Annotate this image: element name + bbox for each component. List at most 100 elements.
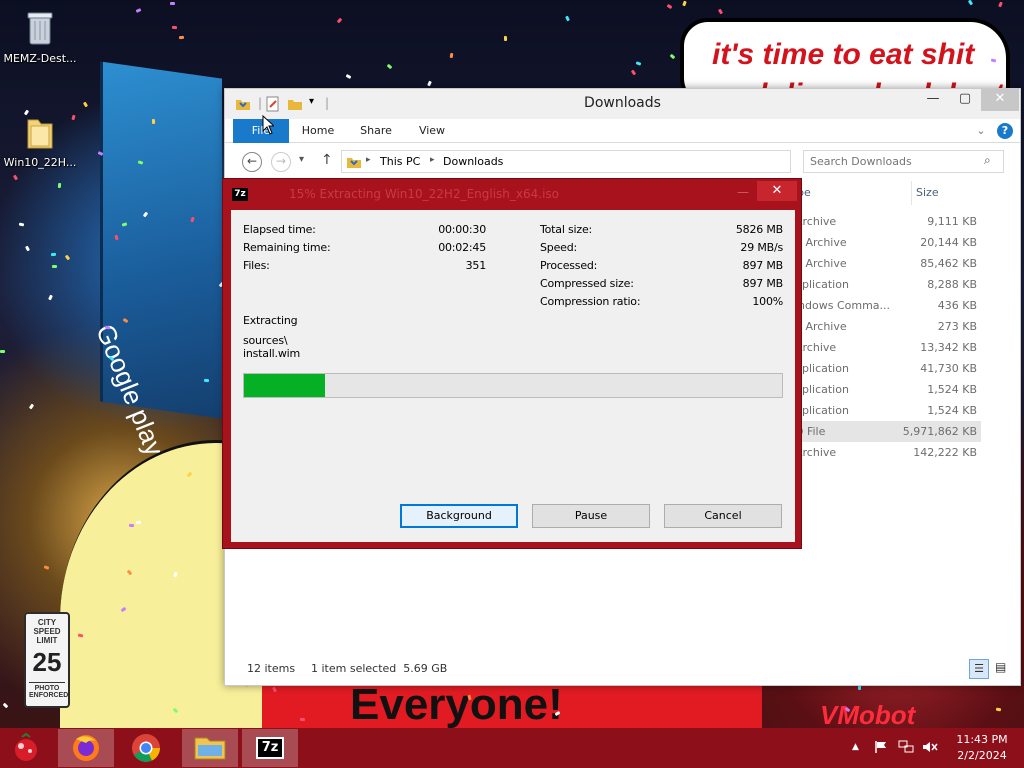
background-button[interactable]: Background	[400, 504, 518, 528]
table-row[interactable]: p Archive 273 KB	[791, 316, 981, 337]
row-size: 273 KB	[937, 320, 977, 333]
label-compression-ratio: Compression ratio:	[540, 295, 641, 308]
search-icon[interactable]: ⌕	[984, 153, 991, 168]
up-arrow-icon[interactable]: ↑	[321, 152, 333, 168]
confetti-piece	[178, 35, 185, 40]
pause-button[interactable]: Pause	[532, 504, 650, 528]
search-input[interactable]	[810, 153, 980, 170]
recent-locations-icon[interactable]: ▾	[299, 154, 304, 165]
chevron-right-icon[interactable]: ▸	[366, 155, 371, 165]
table-row[interactable]: Archive 9,111 KB	[791, 211, 981, 232]
taskbar-file-explorer[interactable]	[182, 729, 238, 767]
table-row[interactable]: pplication 8,288 KB	[791, 274, 981, 295]
confetti-piece	[682, 0, 687, 7]
explorer-titlebar[interactable]: | ▾ | Downloads — ▢ ✕	[225, 89, 1020, 119]
folder-icon	[22, 112, 58, 152]
minimize-button[interactable]: —	[729, 184, 757, 202]
row-size: 142,222 KB	[913, 446, 977, 459]
breadcrumb-this-pc[interactable]: This PC	[380, 155, 420, 168]
chevron-right-icon[interactable]: ▸	[430, 155, 435, 165]
row-type: D File	[795, 425, 826, 438]
table-row[interactable]: pplication 1,524 KB	[791, 400, 981, 421]
confetti-piece	[50, 252, 57, 257]
network-icon[interactable]	[898, 740, 914, 757]
confetti-piece	[2, 702, 9, 709]
help-icon[interactable]: ?	[997, 123, 1013, 139]
row-type: pplication	[795, 362, 849, 375]
row-type: Archive	[795, 215, 837, 228]
row-type: Archive	[795, 341, 837, 354]
table-row[interactable]: pplication 41,730 KB	[791, 358, 981, 379]
table-row[interactable]: p Archive 85,462 KB	[791, 253, 981, 274]
tab-share[interactable]: Share	[353, 119, 399, 143]
action-center-flag-icon[interactable]	[874, 740, 888, 757]
value-speed: 29 MB/s	[740, 241, 783, 254]
tab-file[interactable]: File	[233, 119, 289, 143]
extracting-status: Extracting	[243, 314, 298, 327]
confetti-piece	[427, 80, 432, 87]
confetti-piece	[82, 101, 89, 108]
forward-button[interactable]: →	[271, 152, 291, 172]
desktop-icon-iso-folder[interactable]: Win10_22H...	[2, 112, 78, 169]
breadcrumb-downloads[interactable]: Downloads	[443, 155, 503, 168]
speed-sign-top: CITY SPEED LIMIT	[33, 618, 61, 645]
large-icons-view-icon[interactable]: ▤	[995, 660, 1006, 674]
value-processed: 897 MB	[742, 259, 784, 272]
value-files: 351	[465, 259, 487, 272]
confetti-piece	[203, 378, 210, 383]
table-row[interactable]: D File 5,971,862 KB	[791, 421, 981, 442]
7zip-titlebar[interactable]: 7z 15% Extracting Win10_22H2_English_x64…	[223, 179, 801, 209]
taskbar-chrome[interactable]	[118, 729, 174, 767]
status-item-count: 12 items	[247, 662, 296, 675]
tab-view[interactable]: View	[409, 119, 455, 143]
taskbar: 7z ▲ 11:43 PM 2/2/2024	[0, 728, 1024, 768]
table-row[interactable]: Archive 13,342 KB	[791, 337, 981, 358]
confetti-piece	[299, 717, 306, 722]
desktop-icon-label: MEMZ-Dest...	[3, 52, 77, 65]
table-row[interactable]: pplication 1,524 KB	[791, 379, 981, 400]
value-compression-ratio: 100%	[752, 295, 783, 308]
start-button[interactable]	[6, 732, 46, 764]
banner-text: Everyone!	[350, 686, 563, 728]
table-row[interactable]: indows Comma... 436 KB	[791, 295, 981, 316]
details-view-icon[interactable]: ☰	[969, 659, 989, 679]
confetti-piece	[449, 52, 454, 59]
desktop-icon-recycle-bin[interactable]: MEMZ-Dest...	[2, 8, 78, 65]
confetti-piece	[998, 1, 1003, 8]
table-row[interactable]: p Archive 20,144 KB	[791, 232, 981, 253]
confetti-piece	[48, 294, 53, 301]
label-files: Files:	[243, 259, 270, 272]
back-button[interactable]: ←	[242, 152, 262, 172]
close-button[interactable]: ✕	[981, 89, 1019, 111]
taskbar-clock[interactable]: 11:43 PM 2/2/2024	[944, 732, 1020, 764]
search-box[interactable]: ⌕	[803, 150, 1004, 173]
bubble-text: it's time to eat shit	[712, 38, 975, 71]
row-size: 1,524 KB	[927, 383, 977, 396]
minimize-button[interactable]: —	[917, 89, 949, 111]
desktop-icon-label: Win10_22H...	[3, 156, 77, 169]
row-size: 41,730 KB	[920, 362, 977, 375]
tab-home[interactable]: Home	[295, 119, 341, 143]
label-total-size: Total size:	[540, 223, 593, 236]
table-row[interactable]: Archive 142,222 KB	[791, 442, 981, 463]
close-button[interactable]: ✕	[757, 181, 797, 201]
cancel-button[interactable]: Cancel	[664, 504, 782, 528]
ribbon-expand-icon[interactable]: ⌄	[973, 119, 989, 143]
label-remaining-time: Remaining time:	[243, 241, 331, 254]
confetti-piece	[57, 182, 62, 189]
row-type: indows Comma...	[795, 299, 891, 312]
status-selection: 1 item selected 5.69 GB	[311, 662, 448, 675]
column-header-size[interactable]: Size	[911, 181, 981, 205]
confetti-piece	[717, 8, 724, 15]
maximize-button[interactable]: ▢	[949, 89, 981, 111]
address-bar-row: ← → ▾ ↑ ▸ This PC ▸ Downloads ⌄ ↻ ⌕	[225, 144, 1020, 178]
volume-muted-icon[interactable]	[922, 740, 938, 757]
address-box[interactable]: ▸ This PC ▸ Downloads ⌄ ↻	[341, 150, 900, 173]
taskbar-firefox[interactable]	[58, 729, 114, 767]
taskbar-7zip[interactable]: 7z	[242, 729, 298, 767]
row-size: 85,462 KB	[920, 257, 977, 270]
row-size: 9,111 KB	[927, 215, 977, 228]
row-size: 20,144 KB	[920, 236, 977, 249]
tray-expand-icon[interactable]: ▲	[852, 742, 859, 752]
window-title: Downloads	[584, 95, 661, 111]
